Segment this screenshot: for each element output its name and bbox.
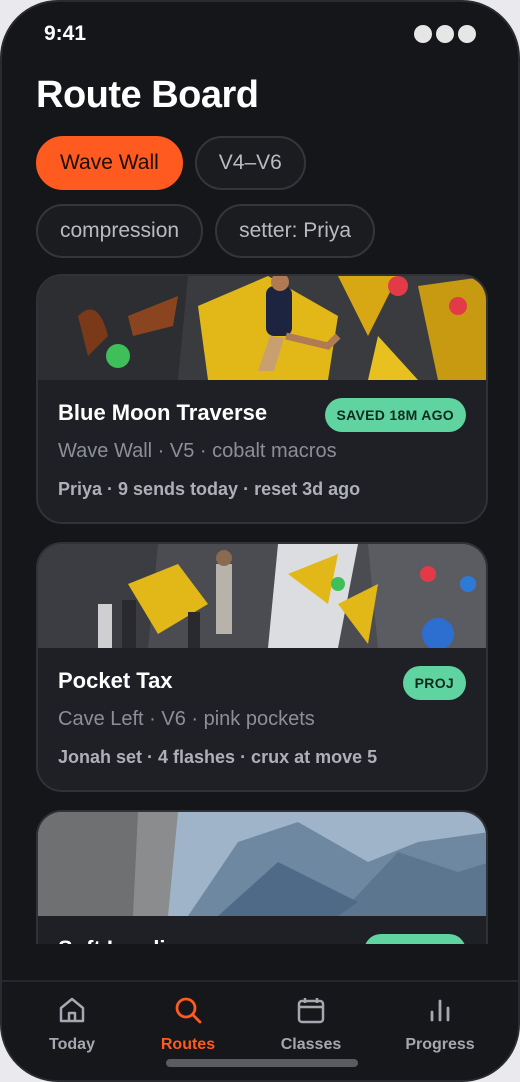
tab-progress[interactable]: Progress	[380, 992, 500, 1054]
filter-chip-style[interactable]: compression	[36, 204, 204, 258]
home-indicator[interactable]	[166, 1059, 358, 1067]
tab-label: Progress	[405, 1036, 475, 1053]
filter-chip-grade[interactable]: V4–V6	[194, 136, 306, 190]
tab-label: Classes	[280, 1036, 342, 1053]
filter-chip-wave-wall[interactable]: Wave Wall	[36, 136, 183, 190]
route-photo	[38, 812, 486, 916]
tab-routes[interactable]: Routes	[128, 992, 248, 1054]
route-subtitle: Cave Left · V6 · pink pockets	[58, 708, 315, 730]
status-indicators	[414, 25, 476, 43]
phone-frame: 9:41 Route Board Wave Wall V4–V6 compres…	[0, 0, 520, 1082]
status-time: 9:41	[44, 22, 87, 45]
route-photo	[38, 276, 486, 380]
status-dot	[414, 25, 432, 43]
route-card[interactable]: Pocket Tax PROJ Cave Left · V6 · pink po…	[36, 542, 488, 792]
filter-row-2: compression setter: Priya	[36, 204, 376, 258]
scroll-clip	[2, 944, 518, 980]
status-dot	[458, 25, 476, 43]
filter-row-1: Wave Wall V4–V6	[36, 136, 306, 190]
tab-classes[interactable]: Classes	[251, 992, 371, 1054]
search-icon	[128, 992, 248, 1028]
status-badge: PROJ	[402, 666, 466, 700]
page-title: Route Board	[36, 74, 259, 116]
route-meta: Priya · 9 sends today · reset 3d ago	[58, 479, 361, 499]
route-subtitle: Wave Wall · V5 · cobalt macros	[58, 440, 337, 462]
route-card[interactable]: Blue Moon Traverse SAVED 18M AGO Wave Wa…	[36, 274, 488, 524]
bar-chart-icon	[380, 992, 500, 1028]
tab-label: Routes	[160, 1036, 216, 1053]
tab-today[interactable]: Today	[12, 992, 132, 1054]
tab-label: Today	[49, 1036, 95, 1053]
route-photo	[38, 544, 486, 648]
filter-chip-setter[interactable]: setter: Priya	[215, 204, 376, 258]
route-meta: Jonah set · 4 flashes · crux at move 5	[58, 747, 378, 767]
status-badge: SAVED 18M AGO	[324, 398, 466, 432]
calendar-icon	[251, 992, 371, 1028]
status-dot	[436, 25, 454, 43]
home-icon	[12, 992, 132, 1028]
